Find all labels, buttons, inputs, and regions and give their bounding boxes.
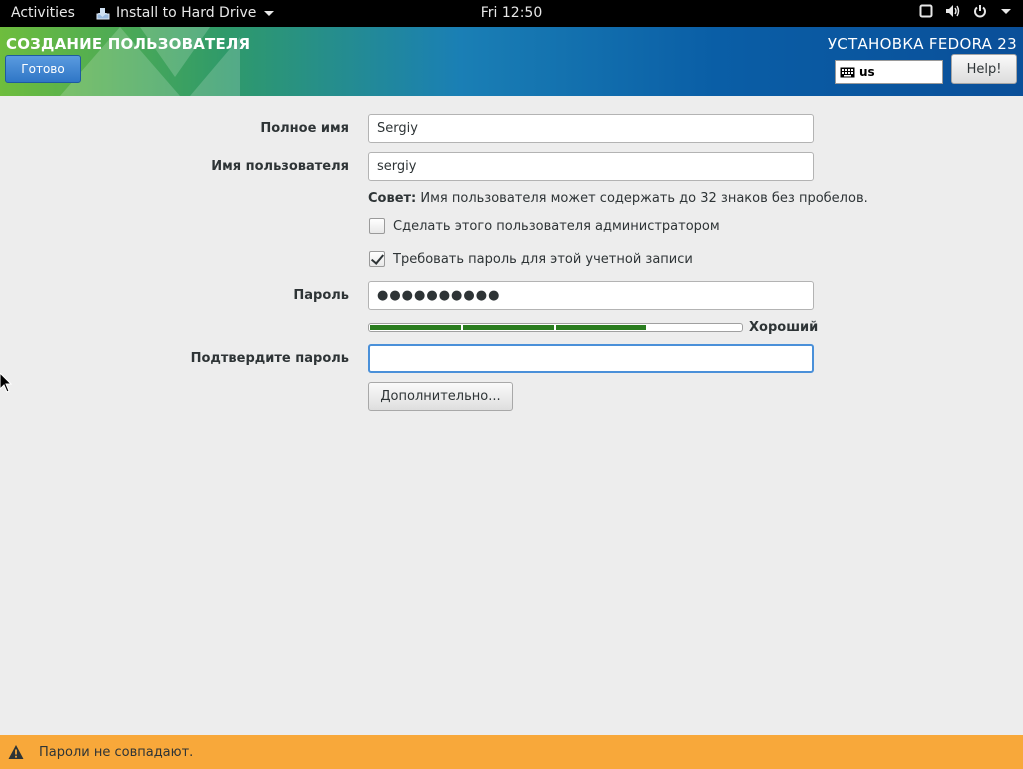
hint-text: Имя пользователя может содержать до 32 з…: [416, 191, 868, 206]
keyboard-layout-label: us: [859, 65, 875, 79]
power-icon: [974, 5, 986, 18]
top-bar: Activities Install to Hard Drive Fri 12:…: [0, 0, 1023, 27]
keyboard-layout-indicator[interactable]: us: [835, 60, 943, 84]
admin-checkbox-row[interactable]: Сделать этого пользователя администратор…: [369, 218, 720, 234]
fullname-label: Полное имя: [260, 121, 349, 136]
password-strength-fill: [370, 325, 648, 330]
system-tray[interactable]: [919, 4, 1011, 18]
strength-segment-divider: [646, 324, 648, 331]
password-label: Пароль: [293, 288, 349, 303]
activities-button[interactable]: Activities: [11, 5, 75, 21]
mouse-cursor-icon: [0, 373, 12, 393]
done-button[interactable]: Готово: [5, 55, 81, 83]
header-banner: СОЗДАНИЕ ПОЛЬЗОВАТЕЛЯ Готово УСТАНОВКА F…: [0, 27, 1023, 96]
product-title: УСТАНОВКА FEDORA 23: [827, 35, 1017, 53]
admin-checkbox[interactable]: [369, 218, 385, 234]
password-strength-bar: [368, 323, 743, 332]
advanced-button[interactable]: Дополнительно...: [368, 382, 513, 411]
warning-message: Пароли не совпадают.: [39, 744, 194, 760]
app-menu[interactable]: Install to Hard Drive: [96, 5, 275, 21]
warning-icon: [8, 745, 24, 759]
require-password-checkbox[interactable]: [369, 251, 385, 267]
strength-segment-divider: [554, 324, 556, 331]
require-password-checkbox-row[interactable]: Требовать пароль для этой учетной записи: [369, 251, 693, 267]
password-input[interactable]: [368, 281, 814, 310]
username-label: Имя пользователя: [211, 159, 349, 174]
keyboard-icon: [840, 67, 855, 77]
admin-checkbox-label: Сделать этого пользователя администратор…: [393, 218, 720, 234]
hint-prefix: Совет:: [368, 191, 417, 206]
screen-icon: [919, 4, 933, 18]
volume-icon: [946, 5, 960, 17]
page-title: СОЗДАНИЕ ПОЛЬЗОВАТЕЛЯ: [6, 35, 251, 53]
username-hint: Совет: Имя пользователя может содержать …: [368, 191, 868, 206]
strength-segment-divider: [461, 324, 463, 331]
warning-bar: Пароли не совпадают.: [0, 735, 1023, 769]
require-password-label: Требовать пароль для этой учетной записи: [393, 251, 693, 267]
password-strength-label: Хороший: [749, 320, 819, 335]
chevron-down-icon: [1001, 8, 1011, 14]
fullname-input[interactable]: [368, 114, 814, 143]
username-input[interactable]: [368, 152, 814, 181]
app-name: Install to Hard Drive: [116, 5, 257, 21]
help-button[interactable]: Help!: [951, 54, 1017, 84]
installer-icon: [96, 8, 110, 20]
confirm-password-input[interactable]: [368, 344, 814, 373]
confirm-password-label: Подтвердите пароль: [190, 351, 349, 366]
clock[interactable]: Fri 12:50: [481, 5, 542, 21]
chevron-down-icon: [264, 10, 275, 16]
